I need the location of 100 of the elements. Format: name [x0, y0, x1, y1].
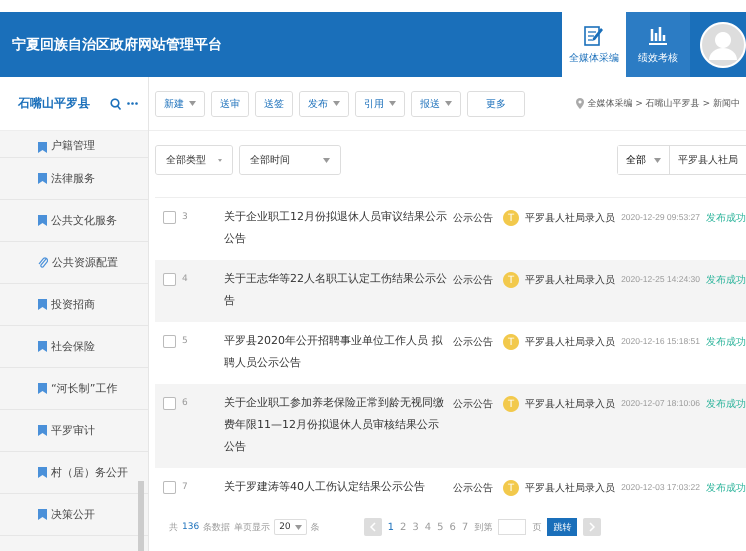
- table-row[interactable]: 7 关于罗建涛等40人工伤认定结果公示公告 公示公告 T 平罗县人社局录入员 2020-12-03 17:03:22 发布成功: [155, 468, 746, 508]
- time-dropdown[interactable]: 全部时间: [239, 145, 341, 175]
- author-avatar: T: [503, 210, 520, 226]
- article-type: 公示公告: [453, 482, 494, 495]
- total-count: 136: [182, 522, 200, 532]
- caret-icon: [189, 101, 196, 106]
- publish-date: 2020-12-03 17:03:22: [621, 481, 700, 492]
- row-number: 4: [182, 273, 189, 284]
- more-icon[interactable]: [127, 102, 138, 105]
- table-row[interactable]: 6 关于企业职工参加养老保险正常到龄无视同缴费年限11—12月份拟退休人员审核结果公示公告 公示公告 T 平罗县人社局录入员 2020-12-07 18:10:06 发布成功: [155, 384, 746, 468]
- toolbar-button[interactable]: 引用: [355, 90, 405, 116]
- sidebar-item[interactable]: 户籍管理: [0, 131, 148, 158]
- unit-field[interactable]: 平罗县人社局: [670, 153, 746, 167]
- toolbar-button[interactable]: 报送: [411, 90, 461, 116]
- sidebar-item[interactable]: 公共文化服务: [0, 200, 148, 242]
- caret-icon: [389, 101, 396, 106]
- sidebar-item[interactable]: “河长制”工作: [0, 368, 148, 410]
- chevron-right-icon: [589, 522, 596, 532]
- prev-page-button[interactable]: [364, 518, 382, 536]
- publish-date: 2020-12-07 18:10:06: [621, 397, 700, 408]
- publish-status: 发布成功: [706, 482, 746, 495]
- goto-button[interactable]: 跳转: [547, 518, 578, 536]
- pen-document-icon: [584, 24, 604, 46]
- author-avatar: T: [503, 334, 520, 350]
- nav-tab[interactable]: 绩效考核: [626, 12, 690, 77]
- author-name: 平罗县人社局录入员: [525, 336, 616, 349]
- caret-icon: [218, 158, 222, 162]
- page-input[interactable]: [498, 519, 526, 535]
- bar-chart-icon: [648, 24, 668, 46]
- total-label: 条数据: [203, 522, 230, 534]
- publish-date: 2020-12-29 09:53:27: [621, 211, 700, 222]
- row-checkbox[interactable]: [163, 335, 176, 348]
- bookmark-icon: [38, 173, 47, 184]
- row-number: 5: [182, 335, 189, 346]
- author-avatar: T: [503, 272, 520, 288]
- table-row[interactable]: 3 关于企业职工12月份拟退休人员审议结果公示公告 公示公告 T 平罗县人社局录入员 2020-12-29 09:53:27 发布成功: [155, 198, 746, 260]
- bookmark-icon: [38, 509, 47, 520]
- toolbar-button[interactable]: 送审: [211, 90, 249, 116]
- toolbar-button[interactable]: 送签: [255, 90, 293, 116]
- bookmark-icon: [38, 215, 47, 226]
- sidebar-item[interactable]: 公共资源配置: [0, 242, 148, 284]
- publish-status: 发布成功: [706, 336, 746, 349]
- row-checkbox[interactable]: [163, 273, 176, 286]
- sidebar-item[interactable]: 法律服务: [0, 158, 148, 200]
- row-number: 6: [182, 397, 189, 408]
- publish-status: 发布成功: [706, 274, 746, 287]
- sidebar-title: 石嘴山平罗县: [18, 95, 91, 112]
- page-link[interactable]: 1: [388, 522, 394, 532]
- search-icon[interactable]: [110, 98, 121, 110]
- next-page-button[interactable]: [583, 518, 602, 536]
- publish-status: 发布成功: [706, 398, 746, 411]
- toolbar-button[interactable]: 发布: [299, 90, 349, 116]
- article-type: 公示公告: [453, 336, 494, 349]
- type-dropdown[interactable]: 全部类型: [155, 145, 233, 175]
- table-row[interactable]: 5 平罗县2020年公开招聘事业单位工作人员 拟聘人员公示公告 公示公告 T 平罗县人社局录入员 2020-12-16 15:18:51 发布成功: [155, 322, 746, 384]
- article-type: 公示公告: [453, 398, 494, 411]
- paperclip-icon: [38, 257, 48, 268]
- sidebar-item[interactable]: 社会保险: [0, 326, 148, 368]
- goto-label: 到第: [474, 522, 492, 534]
- scope-dropdown[interactable]: 全部: [618, 146, 670, 174]
- scrollbar[interactable]: [138, 481, 144, 551]
- breadcrumb: 全媒体采编 > 石嘴山平罗县 > 新闻中: [587, 98, 740, 110]
- avatar-icon[interactable]: [700, 22, 746, 68]
- page-size-dropdown[interactable]: 20: [274, 519, 307, 535]
- bookmark-icon: [38, 467, 47, 478]
- row-number: 7: [182, 481, 189, 492]
- page-size-label: 单页显示: [234, 522, 270, 534]
- sidebar-item[interactable]: 平罗审计: [0, 410, 148, 452]
- bookmark-icon: [38, 299, 47, 310]
- bookmark-icon: [38, 425, 47, 436]
- sidebar-item[interactable]: 投资招商: [0, 284, 148, 326]
- article-title[interactable]: 关于王志华等22人名职工认定工伤结果公示公告: [224, 268, 448, 312]
- author-name: 平罗县人社局录入员: [525, 212, 616, 225]
- caret-icon: [445, 101, 452, 106]
- publish-date: 2020-12-16 15:18:51: [621, 335, 700, 346]
- row-number: 3: [182, 211, 189, 222]
- article-type: 公示公告: [453, 274, 494, 287]
- nav-tab[interactable]: 全媒体采编: [562, 12, 626, 77]
- publish-status: 发布成功: [706, 212, 746, 225]
- row-checkbox[interactable]: [163, 481, 176, 494]
- bookmark-icon: [38, 383, 47, 394]
- row-checkbox[interactable]: [163, 397, 176, 410]
- caret-icon: [333, 101, 340, 106]
- author-avatar: T: [503, 480, 520, 496]
- caret-icon: [654, 158, 661, 162]
- table-row[interactable]: 4 关于王志华等22人名职工认定工伤结果公示公告 公示公告 T 平罗县人社局录入员 2020-12-25 14:24:30 发布成功: [155, 260, 746, 322]
- toolbar-button[interactable]: 新建: [155, 90, 205, 116]
- page-size-unit: 条: [310, 522, 320, 534]
- author-name: 平罗县人社局录入员: [525, 398, 616, 411]
- chevron-left-icon: [370, 522, 376, 532]
- caret-icon: [294, 524, 302, 530]
- publish-date: 2020-12-25 14:24:30: [621, 273, 700, 284]
- caret-icon: [323, 158, 330, 162]
- article-title[interactable]: 关于企业职工12月份拟退休人员审议结果公示公告: [224, 206, 448, 250]
- row-checkbox[interactable]: [163, 211, 176, 224]
- article-title[interactable]: 平罗县2020年公开招聘事业单位工作人员 拟聘人员公示公告: [224, 330, 448, 374]
- article-title[interactable]: 关于企业职工参加养老保险正常到龄无视同缴费年限11—12月份拟退休人员审核结果公示公告: [224, 392, 448, 458]
- toolbar-button[interactable]: 更多: [467, 90, 525, 116]
- article-title[interactable]: 关于罗建涛等40人工伤认定结果公示公告: [224, 476, 448, 498]
- app-title: 宁夏回族自治区政府网站管理平台: [11, 36, 223, 54]
